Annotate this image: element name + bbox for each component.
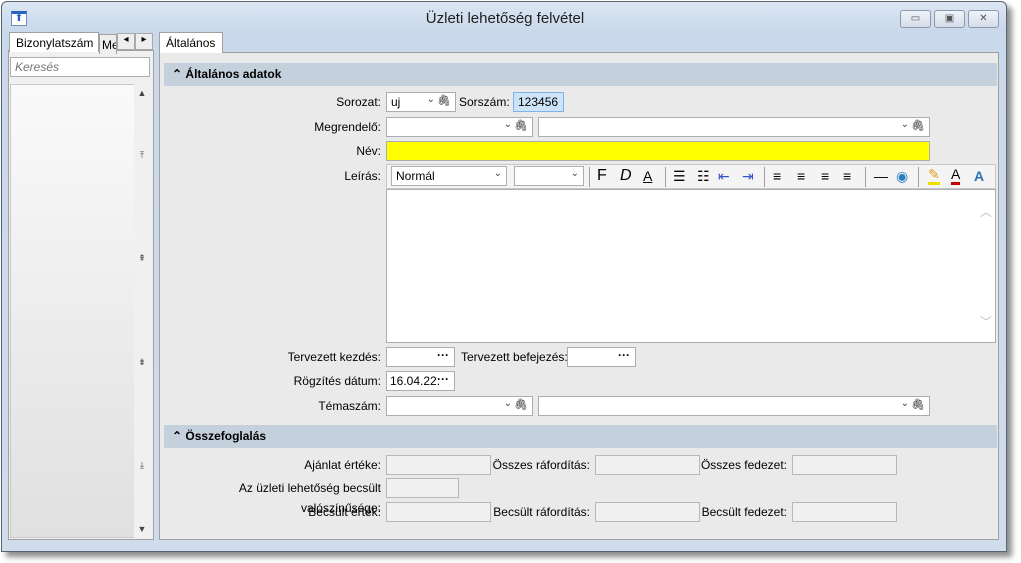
section-title: Összefoglalás — [185, 429, 267, 443]
page-up-icon[interactable]: ⇞ — [134, 253, 150, 264]
collapse-icon: ⌃ — [172, 429, 183, 443]
highlight-button[interactable]: ✎ — [928, 167, 940, 185]
paperclip-icon[interactable]: 🖇 — [514, 398, 528, 411]
chevron-down-icon: ⌄ — [426, 94, 435, 105]
font-color-button[interactable]: A — [951, 167, 961, 185]
horizontal-rule-button[interactable]: — — [874, 167, 888, 185]
rogzites-input[interactable]: 16.04.22. ··· — [386, 371, 455, 391]
page-down-icon[interactable]: ⇟ — [134, 357, 150, 368]
megrendelo-name-select[interactable]: ⌄ 🖇 — [538, 117, 930, 137]
chevron-down-icon: ⌄ — [900, 119, 909, 130]
window-title: Üzleti lehetőség felvétel — [425, 10, 585, 27]
date-picker-button[interactable]: ··· — [618, 348, 630, 362]
section-title: Általános adatok — [185, 67, 282, 81]
rogzites-label: Rögzítés dátum: — [293, 374, 381, 388]
italic-button[interactable]: D — [620, 167, 632, 185]
osszes-fedezet-field — [792, 455, 897, 475]
leiras-label: Leírás: — [344, 169, 381, 183]
osszes-raforditas-field — [595, 455, 700, 475]
megrendelo-label: Megrendelő: — [314, 120, 381, 134]
clear-format-button[interactable]: A — [974, 167, 984, 185]
tab-bizonylatszam[interactable]: Bizonylatszám — [9, 32, 99, 52]
paperclip-icon[interactable]: 🖇 — [911, 119, 925, 132]
minimize-button[interactable]: ▭ — [900, 10, 931, 28]
becsult-fedezet-field — [792, 502, 897, 522]
osszes-fedezet-label: Összes fedezet: — [700, 458, 787, 472]
style-value: Normál — [396, 169, 435, 183]
megrendelo-select[interactable]: ⌄ 🖇 — [386, 117, 533, 137]
nev-label: Név: — [356, 144, 381, 158]
sorozat-label: Sorozat: — [336, 95, 381, 109]
description-editor[interactable] — [386, 189, 996, 343]
search-input[interactable] — [10, 57, 150, 77]
align-right-button[interactable]: ≡ — [821, 167, 829, 185]
align-center-button[interactable]: ≡ — [797, 167, 805, 185]
section-general-header[interactable]: ⌃ Általános adatok — [164, 63, 997, 86]
tab-next-button[interactable]: ▸ — [135, 33, 153, 50]
sorszam-field[interactable]: 123456 — [513, 92, 564, 112]
editor-scroll-down-icon[interactable]: ﹀ — [980, 313, 992, 330]
tab-altalanos[interactable]: Általános — [159, 32, 223, 53]
style-select[interactable]: Normál ⌄ — [391, 166, 507, 186]
date-picker-button[interactable]: ··· — [437, 372, 449, 386]
bullet-list-button[interactable]: ☷ — [697, 167, 710, 185]
close-button[interactable]: ✕ — [968, 10, 999, 28]
chevron-down-icon: ⌄ — [503, 119, 512, 130]
align-left-button[interactable]: ≡ — [773, 167, 781, 185]
collapse-icon: ⌃ — [172, 67, 183, 81]
numbered-list-button[interactable]: ☰ — [673, 167, 686, 185]
indent-button[interactable]: ⇥ — [742, 167, 754, 185]
font-size-select[interactable]: ⌄ — [514, 166, 584, 186]
tab-megrendelo[interactable]: Megrendelő — [99, 34, 117, 54]
valoszinuseg-field — [386, 478, 459, 498]
scroll-top-icon[interactable]: ⤒ — [134, 150, 150, 161]
rogzites-value: 16.04.22. — [390, 374, 441, 388]
tervezett-befejezes-input[interactable]: ··· — [567, 347, 636, 367]
underline-button[interactable]: A — [643, 167, 652, 185]
becsult-ertek-label: Becsült érték: — [308, 505, 381, 519]
paperclip-icon[interactable]: 🖇 — [911, 398, 925, 411]
outdent-button[interactable]: ⇤ — [718, 167, 730, 185]
temaszam-label: Témaszám: — [318, 399, 381, 413]
temaszam-name-select[interactable]: ⌄ 🖇 — [538, 396, 930, 416]
section-summary-header[interactable]: ⌃ Összefoglalás — [164, 425, 997, 448]
record-list[interactable] — [10, 84, 150, 538]
chevron-down-icon: ⌄ — [503, 398, 512, 409]
chevron-down-icon: ⌄ — [493, 168, 502, 179]
justify-button[interactable]: ≡ — [843, 167, 851, 185]
editor-scroll-up-icon[interactable]: ︿ — [980, 203, 992, 220]
tervezett-befejezes-label: Tervezett befejezés: — [461, 350, 568, 364]
becsult-raforditas-label: Becsült ráfordítás: — [493, 505, 590, 519]
tervezett-kezdes-label: Tervezett kezdés: — [287, 350, 381, 364]
osszes-raforditas-label: Összes ráfordítás: — [492, 458, 590, 472]
ajanlat-label: Ajánlat értéke: — [304, 458, 381, 472]
temaszam-select[interactable]: ⌄ 🖇 — [386, 396, 533, 416]
nev-input[interactable] — [386, 141, 930, 161]
tervezett-kezdes-input[interactable]: ··· — [386, 347, 455, 367]
paperclip-icon[interactable]: 🖇 — [437, 94, 451, 107]
scroll-bottom-icon[interactable]: ⤓ — [134, 460, 150, 471]
becsult-raforditas-field — [595, 502, 700, 522]
chevron-down-icon: ⌄ — [900, 398, 909, 409]
link-globe-icon[interactable]: ◉ — [896, 167, 908, 185]
sorozat-value: uj — [391, 95, 401, 109]
scroll-up-icon[interactable]: ▲ — [134, 88, 150, 98]
paperclip-icon[interactable]: 🖇 — [514, 119, 528, 132]
sorozat-select[interactable]: uj ⌄ 🖇 — [386, 92, 456, 112]
chevron-down-icon: ⌄ — [570, 168, 579, 179]
maximize-button[interactable]: ▣ — [934, 10, 965, 28]
date-picker-button[interactable]: ··· — [437, 348, 449, 362]
scroll-down-icon[interactable]: ▼ — [134, 524, 150, 534]
becsult-fedezet-label: Becsült fedezet: — [701, 505, 787, 519]
bold-button[interactable]: F — [597, 167, 607, 185]
sorszam-label: Sorszám: — [459, 95, 510, 109]
tab-prev-button[interactable]: ◂ — [117, 33, 135, 50]
